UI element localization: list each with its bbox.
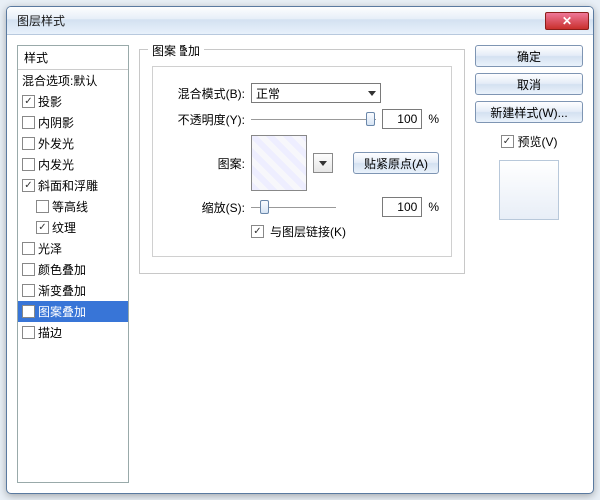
style-item[interactable]: 图案叠加 bbox=[18, 301, 128, 322]
style-label: 图案叠加 bbox=[38, 303, 86, 320]
opacity-input[interactable] bbox=[382, 109, 422, 129]
style-item[interactable]: 纹理 bbox=[18, 217, 128, 238]
close-icon: ✕ bbox=[562, 14, 572, 28]
preview-checkbox[interactable] bbox=[501, 135, 514, 148]
style-label: 斜面和浮雕 bbox=[38, 177, 98, 194]
scale-percent: % bbox=[428, 200, 439, 214]
blend-options-row[interactable]: 混合选项:默认 bbox=[18, 70, 128, 91]
style-item[interactable]: 渐变叠加 bbox=[18, 280, 128, 301]
opacity-percent: % bbox=[428, 112, 439, 126]
style-label: 内发光 bbox=[38, 156, 74, 173]
blend-options-label: 混合选项:默认 bbox=[22, 72, 97, 89]
scale-thumb[interactable] bbox=[260, 200, 269, 214]
style-label: 光泽 bbox=[38, 240, 62, 257]
chevron-down-icon bbox=[319, 161, 327, 166]
style-checkbox[interactable] bbox=[36, 221, 49, 234]
ok-button[interactable]: 确定 bbox=[475, 45, 583, 67]
opacity-label: 不透明度(Y): bbox=[165, 111, 245, 128]
style-label: 外发光 bbox=[38, 135, 74, 152]
snap-origin-button[interactable]: 贴紧原点(A) bbox=[353, 152, 439, 174]
style-checkbox[interactable] bbox=[22, 137, 35, 150]
blend-mode-select[interactable]: 正常 bbox=[251, 83, 381, 103]
pattern-group: 图案 混合模式(B): 正常 不透明度(Y): bbox=[152, 66, 452, 257]
new-style-button[interactable]: 新建样式(W)... bbox=[475, 101, 583, 123]
titlebar[interactable]: 图层样式 ✕ bbox=[7, 7, 593, 35]
preview-label: 预览(V) bbox=[518, 133, 558, 150]
close-button[interactable]: ✕ bbox=[545, 12, 589, 30]
style-checkbox[interactable] bbox=[22, 284, 35, 297]
style-label: 描边 bbox=[38, 324, 62, 341]
chevron-down-icon bbox=[368, 91, 376, 96]
pattern-label: 图案: bbox=[165, 155, 245, 172]
link-checkbox[interactable] bbox=[251, 225, 264, 238]
style-label: 等高线 bbox=[52, 198, 88, 215]
window-title: 图层样式 bbox=[17, 12, 545, 29]
style-checkbox[interactable] bbox=[22, 95, 35, 108]
style-item[interactable]: 投影 bbox=[18, 91, 128, 112]
scale-slider[interactable] bbox=[251, 199, 336, 215]
snap-origin-label: 贴紧原点(A) bbox=[364, 155, 428, 172]
styles-header: 样式 bbox=[18, 46, 128, 70]
blend-mode-value: 正常 bbox=[256, 85, 280, 102]
pattern-picker-button[interactable] bbox=[313, 153, 333, 173]
style-label: 内阴影 bbox=[38, 114, 74, 131]
style-item[interactable]: 颜色叠加 bbox=[18, 259, 128, 280]
style-checkbox[interactable] bbox=[22, 242, 35, 255]
style-checkbox[interactable] bbox=[22, 305, 35, 318]
link-label: 与图层链接(K) bbox=[270, 223, 346, 240]
opacity-thumb[interactable] bbox=[366, 112, 375, 126]
opacity-slider[interactable] bbox=[251, 111, 376, 127]
style-checkbox[interactable] bbox=[22, 158, 35, 171]
style-label: 渐变叠加 bbox=[38, 282, 86, 299]
style-label: 投影 bbox=[38, 93, 62, 110]
style-item[interactable]: 内阴影 bbox=[18, 112, 128, 133]
style-checkbox[interactable] bbox=[22, 263, 35, 276]
style-label: 颜色叠加 bbox=[38, 261, 86, 278]
style-checkbox[interactable] bbox=[36, 200, 49, 213]
style-checkbox[interactable] bbox=[22, 116, 35, 129]
cancel-button[interactable]: 取消 bbox=[475, 73, 583, 95]
style-item[interactable]: 内发光 bbox=[18, 154, 128, 175]
style-item[interactable]: 斜面和浮雕 bbox=[18, 175, 128, 196]
pattern-overlay-fieldset: 图案叠加 图案 混合模式(B): 正常 不透明度(Y): bbox=[139, 49, 465, 274]
style-label: 纹理 bbox=[52, 219, 76, 236]
style-item[interactable]: 等高线 bbox=[18, 196, 128, 217]
scale-label: 缩放(S): bbox=[165, 199, 245, 216]
pattern-swatch[interactable] bbox=[251, 135, 307, 191]
style-item[interactable]: 光泽 bbox=[18, 238, 128, 259]
blend-mode-label: 混合模式(B): bbox=[165, 85, 245, 102]
layer-style-dialog: 图层样式 ✕ 样式 混合选项:默认 投影内阴影外发光内发光斜面和浮雕等高线纹理光… bbox=[6, 6, 594, 494]
pattern-group-title: 图案 bbox=[148, 42, 180, 59]
preview-swatch bbox=[499, 160, 559, 220]
styles-list: 样式 混合选项:默认 投影内阴影外发光内发光斜面和浮雕等高线纹理光泽颜色叠加渐变… bbox=[17, 45, 129, 483]
style-checkbox[interactable] bbox=[22, 326, 35, 339]
scale-input[interactable] bbox=[382, 197, 422, 217]
style-item[interactable]: 外发光 bbox=[18, 133, 128, 154]
style-item[interactable]: 描边 bbox=[18, 322, 128, 343]
style-checkbox[interactable] bbox=[22, 179, 35, 192]
